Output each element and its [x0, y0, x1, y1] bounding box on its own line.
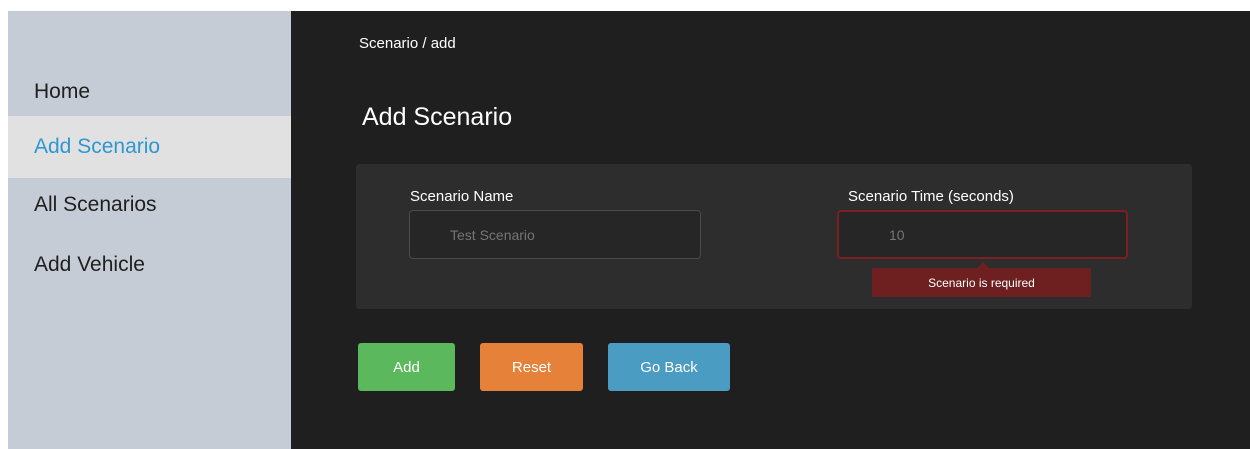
scenario-time-label: Scenario Time (seconds): [848, 188, 1014, 205]
app-frame: Home Add Scenario All Scenarios Add Vehi…: [8, 11, 1250, 449]
sidebar-item-add-scenario[interactable]: Add Scenario: [8, 116, 291, 178]
sidebar-item-add-vehicle[interactable]: Add Vehicle: [8, 234, 291, 296]
sidebar-item-home[interactable]: Home: [8, 61, 291, 123]
sidebar: Home Add Scenario All Scenarios Add Vehi…: [8, 11, 291, 449]
page-title: Add Scenario: [362, 103, 513, 131]
scenario-time-error-tooltip: Scenario is required: [872, 262, 1091, 297]
breadcrumb: Scenario / add: [359, 35, 456, 52]
scenario-name-label: Scenario Name: [410, 188, 514, 205]
main-content: Scenario / add Add Scenario Scenario Nam…: [291, 11, 1250, 449]
scenario-form-card: Scenario Name Scenario Time (seconds) Sc…: [356, 164, 1192, 309]
add-button[interactable]: Add: [358, 343, 455, 391]
go-back-button[interactable]: Go Back: [608, 343, 730, 391]
scenario-time-input[interactable]: [837, 210, 1128, 259]
sidebar-item-all-scenarios[interactable]: All Scenarios: [8, 174, 291, 236]
scenario-name-input[interactable]: [409, 210, 701, 259]
reset-button[interactable]: Reset: [480, 343, 583, 391]
